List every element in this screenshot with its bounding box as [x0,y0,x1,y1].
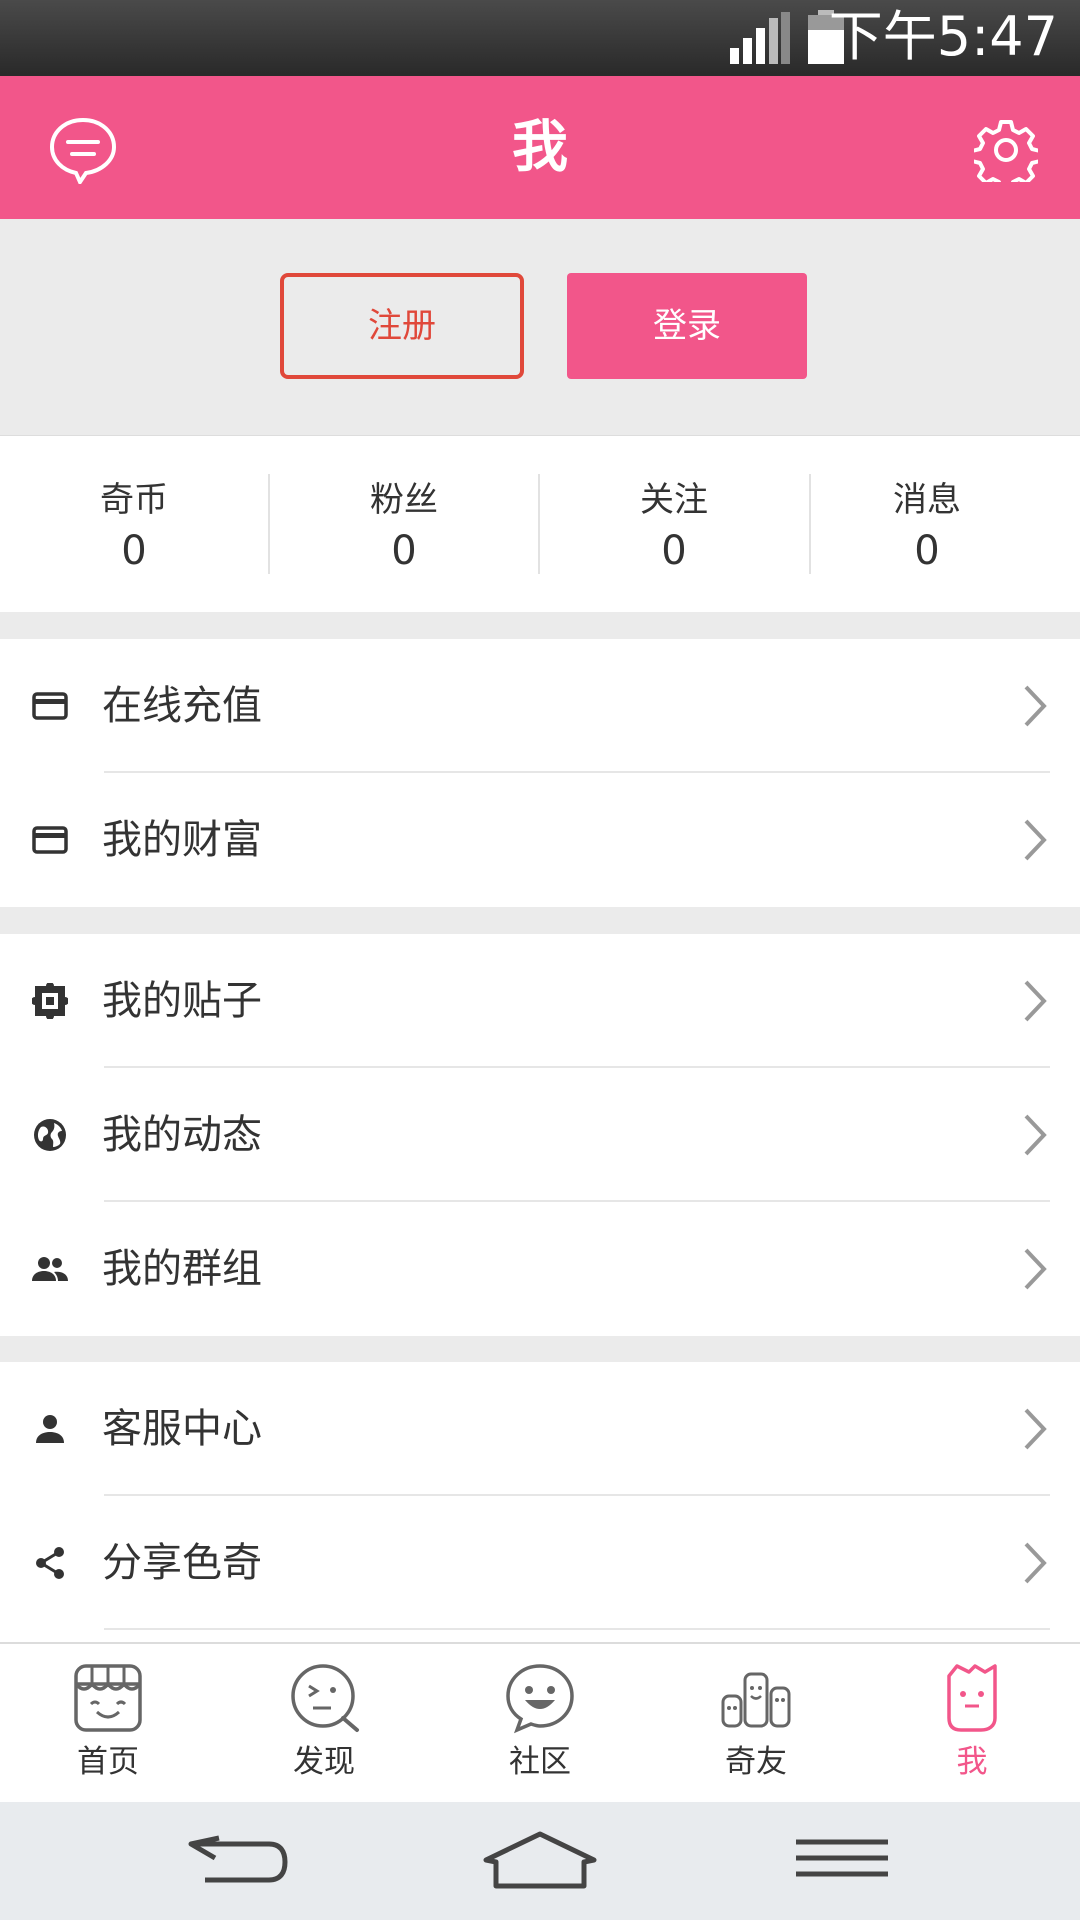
stat-messages[interactable]: 消息 0 [811,436,1043,612]
menu-item-posts[interactable]: 我的贴子 [0,934,1080,1068]
system-nav-bar [0,1802,1080,1920]
stats-panel: 奇币 0 粉丝 0 关注 0 消息 0 [0,435,1080,612]
menu-item-wealth[interactable]: 我的财富 [0,773,1080,907]
credit-card-icon [32,826,68,854]
menu-group-content: 我的贴子 我的动态 我的群组 [0,934,1080,1336]
tab-home[interactable]: 首页 [0,1644,216,1802]
people-icon [32,1257,68,1281]
menu-label: 在线充值 [102,683,262,729]
signal-icon [730,12,790,64]
menu-item-service[interactable]: 客服中心 [0,1362,1080,1496]
person-icon [36,1415,64,1443]
menu-icon[interactable] [794,1828,890,1894]
storefront-face-icon [74,1664,142,1732]
chevron-right-icon [1024,1542,1047,1584]
stat-label: 关注 [640,480,708,520]
tab-friends[interactable]: 奇友 [648,1644,864,1802]
tab-discover[interactable]: 发现 [216,1644,432,1802]
menu-label: 分享色奇 [102,1540,262,1586]
stat-value: 0 [121,528,147,574]
menu-label: 我的群组 [102,1246,262,1292]
menu-item-groups[interactable]: 我的群组 [0,1202,1080,1336]
title-bar: 我 [0,74,1080,219]
chevron-right-icon [1024,1408,1047,1450]
tab-label: 我 [956,1744,988,1780]
stat-label: 粉丝 [370,480,438,520]
bottom-tab-bar: 首页 发现 社区 奇友 我 [0,1642,1080,1802]
menu-item-activity[interactable]: 我的动态 [0,1068,1080,1202]
tab-label: 发现 [293,1744,355,1780]
chat-face-icon [506,1664,574,1734]
stat-label: 消息 [893,480,961,520]
stat-label: 奇币 [100,480,168,520]
credit-card-icon [32,692,68,720]
extension-icon [32,983,68,1019]
chevron-right-icon [1024,1114,1047,1156]
chevron-right-icon [1024,685,1047,727]
me-face-icon [947,1664,997,1732]
status-bar: 下午5:47 [0,0,1080,74]
menu-item-recharge[interactable]: 在线充值 [0,639,1080,773]
menu-label: 我的贴子 [102,978,262,1024]
stat-fans[interactable]: 粉丝 0 [270,436,538,612]
menu-label: 我的财富 [102,817,262,863]
stat-value: 0 [661,528,687,574]
stat-coins[interactable]: 奇币 0 [0,436,268,612]
tab-label: 首页 [77,1744,139,1780]
page-title: 我 [512,115,568,180]
friends-group-icon [721,1672,791,1728]
share-icon [36,1547,64,1579]
globe-icon [34,1119,66,1151]
login-button[interactable]: 登录 [567,273,807,379]
stat-value: 0 [914,528,940,574]
chevron-right-icon [1024,980,1047,1022]
home-icon[interactable] [482,1828,598,1894]
stat-following[interactable]: 关注 0 [540,436,808,612]
gear-icon[interactable] [974,118,1038,182]
stat-value: 0 [391,528,417,574]
menu-label: 我的动态 [102,1112,262,1158]
auth-area: 注册 登录 [0,219,1080,435]
tab-community[interactable]: 社区 [432,1644,648,1802]
back-icon[interactable] [185,1828,291,1894]
menu-group-wallet: 在线充值 我的财富 [0,639,1080,907]
divider [104,1628,1050,1630]
register-button[interactable]: 注册 [280,273,524,379]
tab-label: 奇友 [725,1744,787,1780]
tab-label: 社区 [509,1744,571,1780]
status-time: 下午5:47 [828,5,1058,68]
menu-label: 客服中心 [102,1406,262,1452]
menu-group-support: 客服中心 分享色奇 [0,1362,1080,1642]
menu-item-share[interactable]: 分享色奇 [0,1496,1080,1630]
chevron-right-icon [1024,1248,1047,1290]
tab-me[interactable]: 我 [864,1644,1080,1802]
discover-face-icon [291,1664,359,1732]
chevron-right-icon [1024,819,1047,861]
